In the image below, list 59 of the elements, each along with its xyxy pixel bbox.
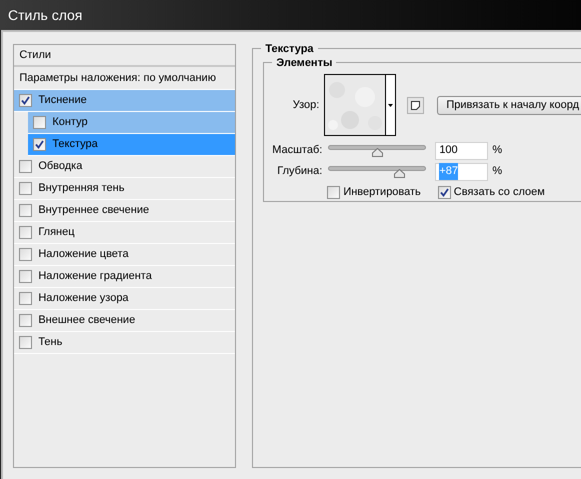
pattern-picker[interactable] <box>324 74 396 136</box>
checkbox[interactable] <box>19 160 32 173</box>
checkbox[interactable] <box>33 138 46 151</box>
style-label: Текстура <box>52 137 98 152</box>
style-item[interactable]: Наложение узора <box>14 288 236 310</box>
slider-label: Глубина: <box>276 164 324 180</box>
style-item[interactable]: Наложение цвета <box>14 244 236 266</box>
snap-to-origin-button[interactable]: Привязать к началу коорд <box>437 96 581 114</box>
style-label: Внешнее свечение <box>38 313 136 328</box>
checkbox[interactable] <box>33 116 46 129</box>
style-item[interactable]: Контур <box>28 112 236 134</box>
style-label: Тиснение <box>38 93 87 108</box>
new-preset-button[interactable] <box>407 96 424 114</box>
checkbox[interactable] <box>19 226 32 239</box>
style-label: Наложение градиента <box>38 269 152 284</box>
checkbox[interactable] <box>19 182 32 195</box>
dropdown-arrow-icon <box>388 104 394 106</box>
checkmark-icon <box>440 188 449 197</box>
unit-label: % <box>492 143 502 158</box>
panel-header: Стили <box>19 48 52 63</box>
checkbox[interactable] <box>19 292 32 305</box>
style-label: Наложение узора <box>38 291 129 306</box>
slider-label: Масштаб: <box>271 143 324 158</box>
option-label: Инвертировать <box>343 185 421 200</box>
style-item[interactable]: Внутренняя тень <box>14 178 236 200</box>
checkbox[interactable] <box>19 248 32 261</box>
style-label: Наложение цвета <box>38 247 129 262</box>
value-text: +87 <box>439 163 458 180</box>
checkmark-icon <box>35 140 44 149</box>
checkbox[interactable] <box>19 314 32 327</box>
value-field[interactable]: 100 <box>435 142 488 160</box>
window-title: Стиль слоя <box>8 6 82 24</box>
style-label: Контур <box>52 115 88 130</box>
checkmark-icon <box>21 96 30 105</box>
style-item[interactable]: Обводка <box>14 156 236 178</box>
option-label: Связать со слоем <box>454 185 545 200</box>
unit-label: % <box>492 164 502 180</box>
style-label: Глянец <box>38 225 75 240</box>
style-label: Обводка <box>38 159 82 174</box>
style-label: Внутренняя тень <box>38 181 124 196</box>
style-item[interactable]: Внешнее свечение <box>14 310 236 332</box>
checkbox[interactable] <box>19 204 32 217</box>
style-item[interactable]: Тень <box>14 332 236 354</box>
checkbox[interactable] <box>19 270 32 283</box>
pattern-label: Узор: <box>292 98 320 113</box>
checkbox[interactable] <box>19 336 32 349</box>
style-label: Внутреннее свечение <box>38 203 150 218</box>
checkbox[interactable] <box>438 186 451 199</box>
style-item[interactable]: Внутреннее свечение <box>14 200 236 222</box>
checkbox[interactable] <box>19 94 32 107</box>
checkbox[interactable] <box>327 186 340 199</box>
value-text: 100 <box>439 143 458 158</box>
style-item[interactable]: Тиснение <box>14 90 236 112</box>
style-item[interactable]: Наложение градиента <box>14 266 236 288</box>
style-label: Тень <box>38 335 62 350</box>
style-item[interactable]: Глянец <box>14 222 236 244</box>
style-item[interactable]: Текстура <box>28 134 236 156</box>
page-icon <box>411 100 420 110</box>
blending-options[interactable]: Параметры наложения: по умолчанию <box>19 70 216 86</box>
